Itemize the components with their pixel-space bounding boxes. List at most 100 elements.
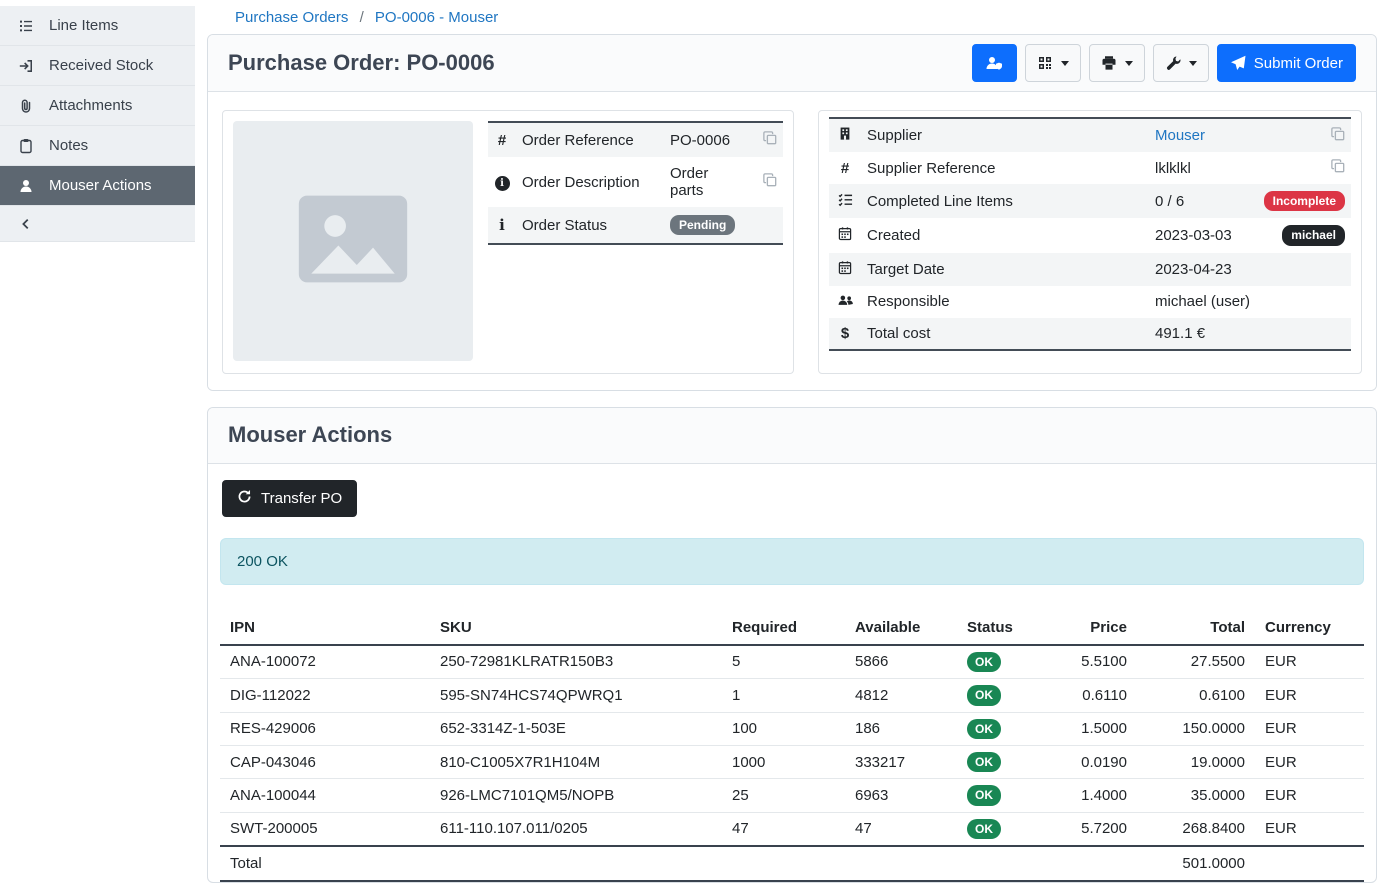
table-row: ANA-100044 926-LMC7101QM5/NOPB 25 6963 O… [220, 779, 1364, 812]
qrcode-icon [1037, 55, 1053, 71]
sidebar-item-mouser-actions[interactable]: Mouser Actions [0, 166, 195, 206]
clipboard-icon [17, 138, 34, 154]
cell-sku: 652-3314Z-1-503E [430, 712, 722, 745]
table-row: Created 2023-03-03 michael [829, 218, 1351, 252]
user-shield-icon [985, 55, 1004, 71]
panel-title: Mouser Actions [228, 422, 392, 448]
sidebar-item-attachments[interactable]: Attachments [0, 86, 195, 126]
column-header-price: Price [1037, 611, 1137, 645]
sign-in-icon [17, 58, 34, 74]
caret-down-icon [1189, 61, 1197, 66]
cell-currency: EUR [1255, 679, 1364, 712]
table-row: i Order Status Pending [488, 207, 783, 244]
barcode-menu-button[interactable] [1025, 44, 1081, 82]
table-row: ANA-100072 250-72981KLRATR150B3 5 5866 O… [220, 645, 1364, 679]
order-summary-card: # Order Reference PO-0006 i Order D [222, 110, 794, 374]
cell-ipn: ANA-100072 [220, 645, 430, 679]
cell-ipn: ANA-100044 [220, 779, 430, 812]
order-toolbar: Submit Order [972, 44, 1356, 82]
sidebar: Line Items Received Stock Attachments No… [0, 0, 195, 794]
detail-value: 2023-03-03 [1149, 218, 1258, 252]
cell-available: 4812 [845, 679, 957, 712]
cell-available: 186 [845, 712, 957, 745]
supplier-link[interactable]: Mouser [1155, 127, 1205, 144]
mouser-actions-body: Transfer PO 200 OK IPN SKU Required Avai… [208, 464, 1376, 882]
cell-ipn: DIG-112022 [220, 679, 430, 712]
detail-label: Total cost [861, 318, 1149, 350]
user-badge: michael [1282, 225, 1345, 245]
supplier-details-card: Supplier Mouser # Supplier Reference [818, 110, 1362, 374]
cell-price: 1.4000 [1037, 779, 1137, 812]
detail-value: michael (user) [1149, 286, 1258, 318]
detail-label: Created [861, 218, 1149, 252]
detail-value: 0 / 6 [1149, 184, 1258, 218]
table-row: # Order Reference PO-0006 [488, 122, 783, 157]
sidebar-item-notes[interactable]: Notes [0, 126, 195, 166]
printer-icon [1101, 55, 1117, 71]
dollar-icon: $ [841, 325, 849, 342]
breadcrumb-link-current-order[interactable]: PO-0006 - Mouser [375, 9, 498, 26]
detail-label: Order Reference [516, 122, 664, 157]
user-roles-button[interactable] [972, 44, 1017, 82]
copy-icon[interactable] [1331, 127, 1345, 141]
cell-ipn: SWT-200005 [220, 812, 430, 846]
order-actions-menu-button[interactable] [1153, 44, 1209, 82]
cell-currency: EUR [1255, 712, 1364, 745]
sidebar-item-received-stock[interactable]: Received Stock [0, 46, 195, 86]
cell-currency: EUR [1255, 645, 1364, 679]
submit-order-button[interactable]: Submit Order [1217, 44, 1356, 82]
chevron-left-icon [17, 217, 34, 231]
detail-value: 491.1 € [1149, 318, 1258, 350]
info-circle-icon: i [495, 176, 510, 191]
cell-total: 35.0000 [1137, 779, 1255, 812]
table-row: Target Date 2023-04-23 [829, 253, 1351, 286]
order-details-body: # Order Reference PO-0006 i Order D [208, 92, 1376, 390]
detail-label: Target Date [861, 253, 1149, 286]
order-status-badge: Pending [670, 215, 735, 235]
detail-label: Supplier Reference [861, 152, 1149, 184]
column-header-ipn: IPN [220, 611, 430, 645]
mouser-actions-panel: Mouser Actions Transfer PO 200 OK [207, 407, 1377, 883]
user-icon [17, 178, 34, 194]
detail-label: Supplier [861, 118, 1149, 152]
cell-price: 0.0190 [1037, 745, 1137, 778]
cell-currency: EUR [1255, 745, 1364, 778]
sidebar-item-label: Line Items [49, 17, 118, 34]
column-header-available: Available [845, 611, 957, 645]
status-badge: OK [967, 652, 1001, 672]
cell-sku: 926-LMC7101QM5/NOPB [430, 779, 722, 812]
column-header-currency: Currency [1255, 611, 1364, 645]
status-alert: 200 OK [220, 538, 1364, 585]
cell-total: 268.8400 [1137, 812, 1255, 846]
footer-total-value: 501.0000 [1137, 846, 1255, 881]
cell-price: 0.6110 [1037, 679, 1137, 712]
transfer-po-button[interactable]: Transfer PO [222, 480, 357, 517]
building-icon [838, 128, 852, 145]
detail-label: Order Description [516, 157, 664, 207]
cell-currency: EUR [1255, 779, 1364, 812]
sidebar-collapse-button[interactable] [0, 206, 195, 242]
sidebar-item-line-items[interactable]: Line Items [0, 6, 195, 46]
cell-sku: 595-SN74HCS74QPWRQ1 [430, 679, 722, 712]
order-image-placeholder[interactable] [233, 121, 473, 361]
cell-sku: 810-C1005X7R1H104M [430, 745, 722, 778]
cell-price: 1.5000 [1037, 712, 1137, 745]
print-menu-button[interactable] [1089, 44, 1145, 82]
page-title: Purchase Order: PO-0006 [228, 50, 495, 76]
status-badge: OK [967, 819, 1001, 839]
copy-icon[interactable] [763, 173, 777, 187]
cell-total: 19.0000 [1137, 745, 1255, 778]
copy-icon[interactable] [1331, 159, 1345, 173]
cell-required: 100 [722, 712, 845, 745]
cell-required: 1 [722, 679, 845, 712]
cell-total: 27.5500 [1137, 645, 1255, 679]
table-header-row: IPN SKU Required Available Status Price … [220, 611, 1364, 645]
detail-label: Responsible [861, 286, 1149, 318]
breadcrumb-link-purchase-orders[interactable]: Purchase Orders [235, 9, 348, 26]
breadcrumb-separator: / [360, 9, 364, 26]
copy-icon[interactable] [763, 131, 777, 145]
table-row: CAP-043046 810-C1005X7R1H104M 1000 33321… [220, 745, 1364, 778]
list-check-icon [838, 194, 853, 211]
sidebar-item-label: Notes [49, 137, 88, 154]
cell-available: 333217 [845, 745, 957, 778]
